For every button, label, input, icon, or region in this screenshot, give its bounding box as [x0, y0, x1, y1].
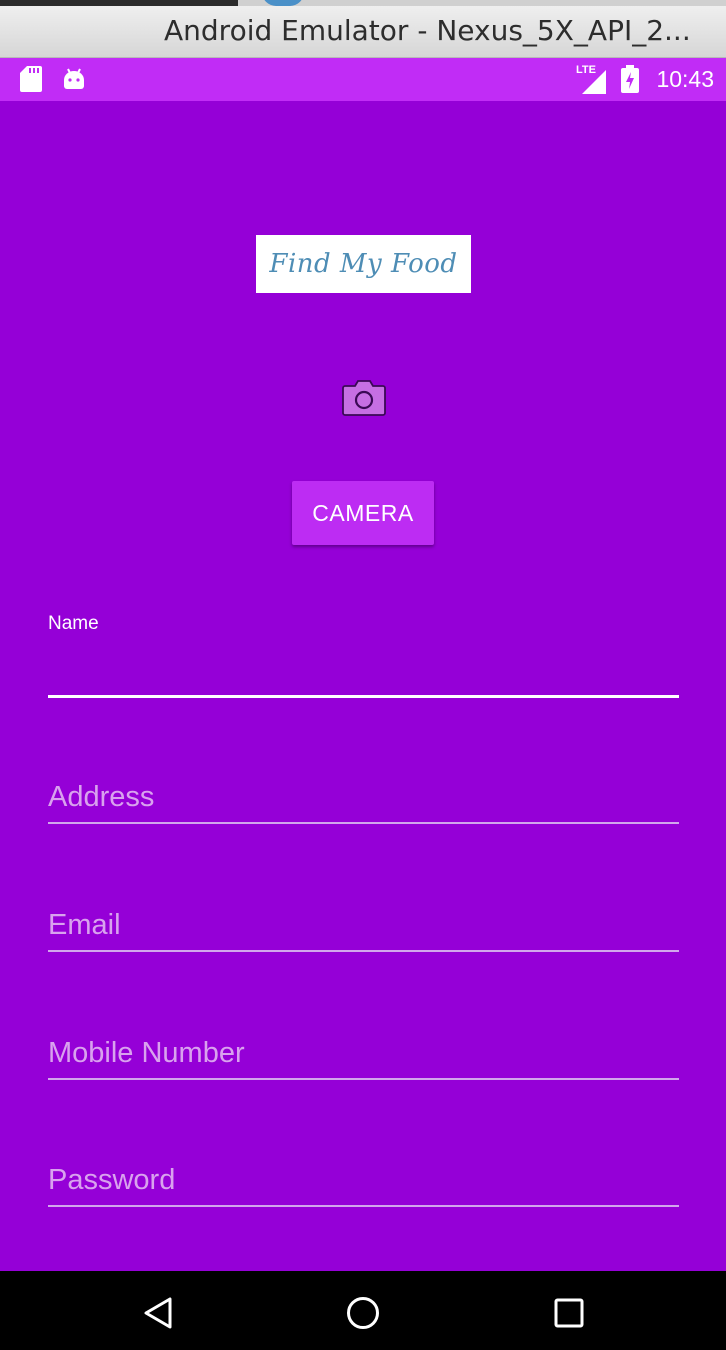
- name-floating-label: Name: [48, 613, 99, 634]
- address-input[interactable]: [48, 777, 679, 817]
- address-field[interactable]: [48, 777, 679, 827]
- sd-card-icon: [20, 66, 42, 92]
- battery-icon: [621, 65, 639, 93]
- email-field[interactable]: [48, 905, 679, 955]
- name-field[interactable]: Name: [48, 613, 679, 699]
- signal-bars-icon: [582, 70, 606, 94]
- emulator-title-bar: Android Emulator - Nexus_5X_API_2...: [0, 0, 726, 58]
- back-icon[interactable]: [140, 1295, 176, 1331]
- email-input[interactable]: [48, 905, 679, 945]
- status-bar: LTE 10:43: [0, 58, 726, 101]
- window-title: Android Emulator - Nexus_5X_API_2...: [164, 14, 691, 47]
- password-field[interactable]: [48, 1160, 679, 1210]
- app-logo: Find My Food: [256, 235, 471, 293]
- mobile-number-underline: [48, 1078, 679, 1080]
- navigation-bar: [0, 1271, 726, 1350]
- lte-signal-icon: LTE: [576, 64, 608, 94]
- email-underline: [48, 950, 679, 952]
- recents-icon[interactable]: [551, 1295, 587, 1331]
- mobile-number-input[interactable]: [48, 1033, 679, 1073]
- password-underline: [48, 1205, 679, 1207]
- registration-screen: Find My Food CAMERA Name: [0, 101, 726, 1271]
- name-underline: [48, 695, 679, 698]
- password-input[interactable]: [48, 1160, 679, 1200]
- android-icon: [64, 68, 84, 89]
- mobile-number-field[interactable]: [48, 1033, 679, 1083]
- name-input[interactable]: [48, 651, 679, 691]
- address-underline: [48, 822, 679, 824]
- emulator-screen: Android Emulator - Nexus_5X_API_2... LTE: [0, 0, 726, 1350]
- status-time: 10:43: [656, 66, 714, 92]
- app-logo-text: Find My Food: [269, 249, 458, 279]
- title-bar-tab: [238, 0, 726, 6]
- home-icon[interactable]: [345, 1295, 381, 1331]
- camera-icon[interactable]: [342, 380, 386, 416]
- title-bar-top-strip: [0, 0, 726, 6]
- camera-button[interactable]: CAMERA: [292, 481, 434, 545]
